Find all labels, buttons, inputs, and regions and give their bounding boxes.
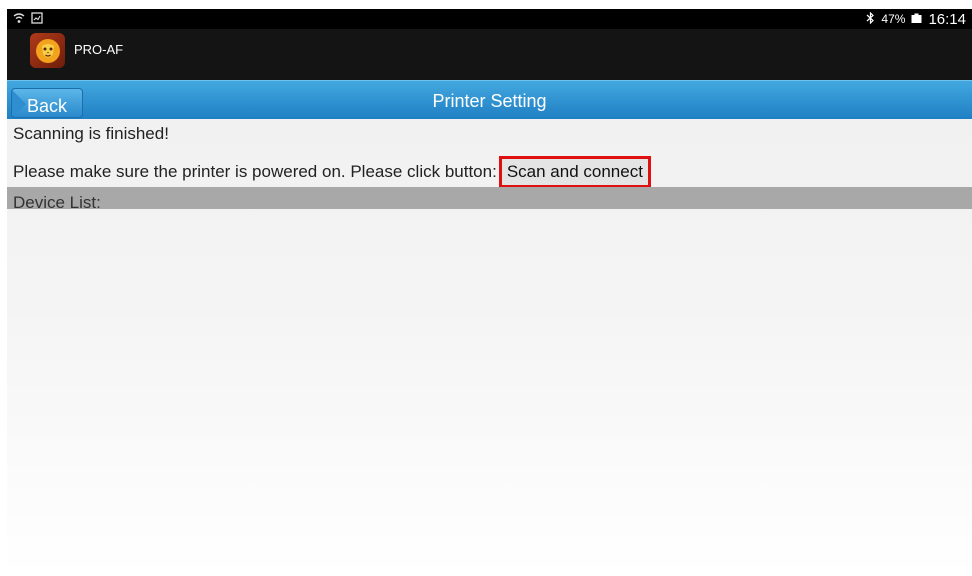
- wifi-icon: [13, 11, 25, 29]
- bluetooth-icon: [866, 11, 875, 27]
- device-list-header: Device List:: [7, 187, 972, 209]
- status-right: 47% 16:14: [866, 9, 966, 29]
- screenshot-icon: [31, 11, 43, 29]
- main-content: Scanning is finished! Please make sure t…: [7, 119, 972, 576]
- app-name: PRO-AF: [74, 42, 124, 57]
- lion-logo-icon: [30, 33, 65, 68]
- battery-percent: 47%: [881, 12, 906, 26]
- instruction-row: Please make sure the printer is powered …: [13, 156, 651, 188]
- status-message: Scanning is finished!: [13, 124, 169, 143]
- device-screen: 47% 16:14 PRO-AF Back Printer Setting Sc…: [7, 9, 972, 576]
- app-bar: PRO-AF: [7, 29, 972, 80]
- nav-bar: Back Printer Setting: [7, 80, 972, 119]
- status-bar: 47% 16:14: [7, 9, 972, 29]
- battery-icon: [911, 12, 922, 27]
- scan-and-connect-button[interactable]: Scan and connect: [498, 156, 651, 188]
- status-time: 16:14: [928, 10, 966, 28]
- instruction-text: Please make sure the printer is powered …: [13, 162, 497, 181]
- status-left-icons: [13, 11, 43, 29]
- page-title: Printer Setting: [432, 91, 547, 111]
- device-list-label: Device List:: [13, 193, 101, 209]
